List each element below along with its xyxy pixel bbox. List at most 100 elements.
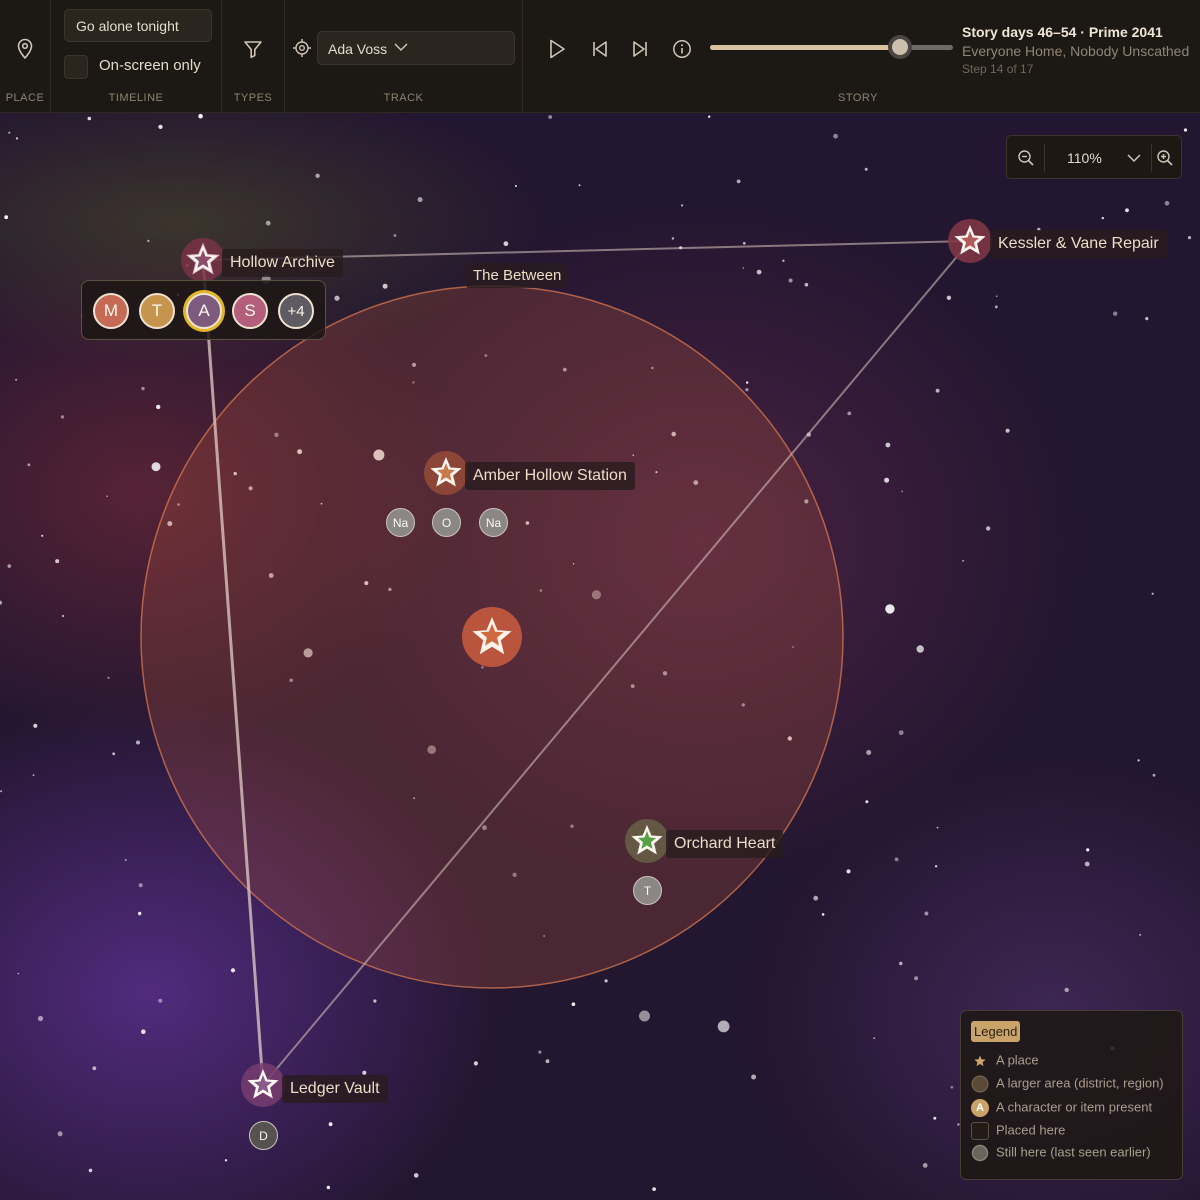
place-label-amber-hollow[interactable]: Amber Hollow Station [465, 462, 635, 490]
timeline-label: TIMELINE [108, 92, 164, 104]
star [804, 282, 809, 287]
star [413, 1173, 419, 1178]
star [1139, 933, 1142, 936]
info-icon[interactable] [670, 37, 694, 61]
location-pin-icon[interactable] [13, 37, 37, 61]
star [334, 295, 340, 301]
place-label-hollow-archive[interactable]: Hollow Archive [222, 249, 343, 277]
star [147, 239, 150, 242]
character-chip[interactable]: M [93, 293, 129, 329]
filter-icon[interactable] [241, 37, 265, 61]
star [578, 184, 581, 187]
star [788, 278, 793, 283]
zoom-level[interactable]: 110% [1067, 150, 1102, 166]
star [745, 388, 749, 392]
star [1005, 428, 1010, 433]
zoom-out-icon[interactable] [1016, 148, 1036, 168]
character-chip[interactable]: S [232, 293, 268, 329]
star [545, 1059, 550, 1064]
item-badge[interactable]: D [249, 1121, 278, 1150]
place-marker-kessler-vane[interactable] [948, 219, 992, 263]
chevron-down-icon[interactable] [1125, 149, 1143, 167]
star [742, 241, 746, 245]
character-chip[interactable]: T [139, 293, 175, 329]
star [224, 1159, 228, 1162]
item-badge[interactable]: O [432, 508, 461, 537]
star [986, 526, 991, 531]
on-screen-only-checkbox[interactable] [64, 55, 88, 79]
item-badge[interactable]: T [633, 876, 662, 905]
star [15, 378, 18, 381]
character-chip-selected[interactable]: A [186, 293, 222, 329]
place-label-ledger-vault[interactable]: Ledger Vault [282, 1075, 388, 1103]
map-legend: Legend A place A larger area (district, … [960, 1010, 1183, 1180]
star [151, 462, 161, 472]
place-marker-hollow-archive[interactable] [181, 238, 225, 282]
legend-row-area: A larger area (district, region) [971, 1075, 1164, 1093]
more-characters-chip[interactable]: +4 [278, 293, 314, 329]
area-swatch-icon [971, 1075, 989, 1093]
star [1084, 861, 1090, 867]
star [717, 1020, 730, 1033]
star [671, 237, 675, 240]
zoom-control: 110% [1006, 135, 1182, 179]
story-map[interactable]: Hollow Archive Kessler & Vane Repair The… [0, 113, 1200, 1200]
play-icon[interactable] [545, 37, 569, 61]
timeline-input[interactable]: Go alone tonight [64, 9, 212, 42]
star [846, 869, 851, 874]
place-marker-ledger-vault[interactable] [241, 1063, 285, 1107]
star [106, 495, 109, 498]
zoom-in-icon[interactable] [1155, 148, 1175, 168]
legend-title: Legend [971, 1021, 1021, 1042]
item-badge[interactable]: Na [479, 508, 508, 537]
star [33, 723, 38, 728]
story-slider[interactable] [710, 35, 953, 59]
star [639, 1010, 650, 1022]
star [946, 295, 952, 300]
step-forward-icon[interactable] [628, 37, 652, 61]
star [265, 220, 271, 226]
place-label-orchard-heart[interactable]: Orchard Heart [666, 830, 784, 858]
star [962, 559, 965, 562]
still-here-swatch-icon [971, 1144, 989, 1162]
place-label-kessler-vane[interactable]: Kessler & Vane Repair [990, 230, 1167, 258]
chevron-down-icon [394, 40, 408, 57]
star [933, 1116, 937, 1120]
star [55, 559, 60, 564]
place-marker-orchard-heart[interactable] [625, 819, 669, 863]
star [813, 895, 819, 901]
star [995, 295, 998, 298]
star [141, 386, 145, 391]
legend-label: Placed here [996, 1122, 1066, 1138]
track-select[interactable]: Ada Voss [317, 31, 515, 65]
star [88, 1168, 93, 1173]
star [315, 173, 320, 178]
legend-label: A larger area (district, region) [996, 1075, 1164, 1091]
star [994, 305, 998, 309]
legend-row-still-here: Still here (last seen earlier) [971, 1144, 1151, 1162]
star [884, 477, 890, 483]
star [328, 1122, 333, 1127]
star [899, 961, 903, 966]
story-label: STORY [838, 92, 878, 104]
step-back-icon[interactable] [588, 37, 612, 61]
star [17, 972, 20, 975]
story-slider-thumb[interactable] [887, 35, 912, 59]
star [924, 911, 929, 916]
track-select-value: Ada Voss [328, 41, 388, 57]
star [141, 1029, 146, 1034]
zoom-divider [1151, 144, 1152, 172]
region-label-the-between[interactable]: The Between [466, 263, 569, 288]
star [1064, 987, 1069, 993]
place-marker-amber-hollow[interactable] [424, 451, 468, 495]
star [41, 534, 44, 537]
item-badge[interactable]: Na [386, 508, 415, 537]
star [198, 113, 203, 119]
story-title: Story days 46–54 · Prime 2041 [962, 24, 1163, 40]
toolbar: PLACE TIMELINE Go alone tonight On-scree… [0, 0, 1200, 113]
star [393, 234, 397, 237]
star [833, 133, 838, 139]
star [1113, 311, 1118, 316]
region-center-marker[interactable] [462, 607, 522, 667]
star [373, 999, 377, 1003]
